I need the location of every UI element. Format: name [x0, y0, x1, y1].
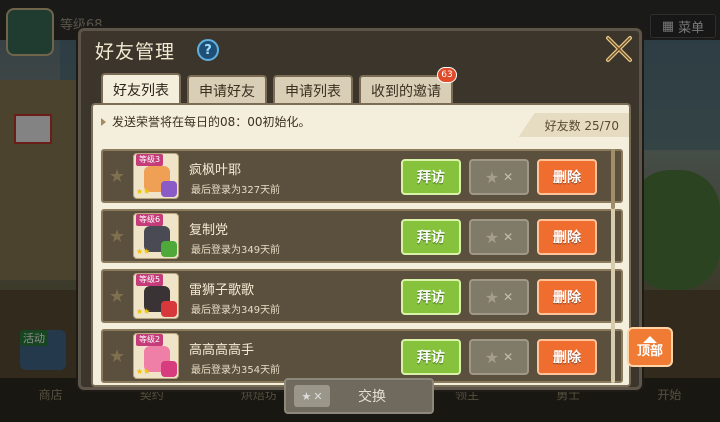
friend-list[interactable]: ★ 等级3 ★★ 疯枫叶耶 最后登录为327天前 拜访 ★ ✕ 删除 ★ 等级6 …: [101, 149, 623, 383]
arrow-icon: [101, 117, 106, 126]
send-honor-button[interactable]: ★ ✕: [469, 159, 529, 195]
friend-avatar[interactable]: 等级3 ★★: [133, 153, 179, 199]
gift-mark: ✕: [503, 230, 514, 244]
tab-received-invites[interactable]: 收到的邀请 63: [359, 67, 457, 105]
honor-star-icon: ★ ✕: [294, 385, 330, 407]
close-icon[interactable]: [603, 33, 635, 65]
visit-button[interactable]: 拜访: [401, 339, 461, 375]
friend-management-dialog: 好友管理 ? 好友列表 申请好友 申请列表 收到的邀请 63 发送荣誉将在每日的…: [78, 28, 642, 390]
rank-stars-icon: ★★: [136, 367, 151, 376]
friend-row: ★ 等级6 ★★ 复制党 最后登录为349天前 拜访 ★ ✕ 删除: [101, 209, 623, 263]
gift-mark: ✕: [503, 290, 514, 304]
send-honor-button[interactable]: ★ ✕: [469, 339, 529, 375]
exchange-mark: ✕: [313, 389, 323, 403]
honor-star-icon: ★: [484, 287, 500, 307]
friend-row: ★ 等级5 ★★ 雷狮子歌歌 最后登录为349天前 拜访 ★ ✕ 删除: [101, 269, 623, 323]
visit-button[interactable]: 拜访: [401, 279, 461, 315]
friend-level: 等级3: [136, 154, 164, 166]
rank-stars-icon: ★★: [136, 247, 151, 256]
friend-count: 好友数 25/70: [518, 113, 629, 137]
star-icon: ★: [109, 226, 126, 247]
friend-name: 高高高高手: [189, 343, 255, 358]
visit-button[interactable]: 拜访: [401, 219, 461, 255]
delete-button[interactable]: 删除: [537, 279, 597, 315]
send-honor-button[interactable]: ★ ✕: [469, 219, 529, 255]
friend-level: 等级6: [136, 214, 164, 226]
delete-button[interactable]: 删除: [537, 159, 597, 195]
honor-star-icon: ★: [484, 347, 500, 367]
exchange-label: 交换: [358, 389, 386, 405]
class-icon: [161, 181, 177, 197]
star-icon: ★: [109, 346, 126, 367]
gift-mark: ✕: [503, 170, 514, 184]
scroll-top-button[interactable]: 顶部: [627, 327, 673, 367]
class-icon: [161, 301, 177, 317]
friend-level: 等级2: [136, 334, 164, 346]
rank-stars-icon: ★★: [136, 307, 151, 316]
exchange-button[interactable]: ★ ✕ 交换: [284, 378, 434, 414]
last-login: 最后登录为349天前: [191, 305, 281, 316]
visit-button[interactable]: 拜访: [401, 159, 461, 195]
tab-request-friend[interactable]: 申请好友: [187, 75, 267, 105]
notice: 发送荣誉将在每日的08：00初始化。: [101, 113, 311, 130]
tab-bar: 好友列表 申请好友 申请列表 收到的邀请 63: [101, 67, 457, 105]
help-icon[interactable]: ?: [197, 39, 219, 61]
scroll-thumb[interactable]: [611, 149, 615, 209]
honor-star-icon: ★: [484, 227, 500, 247]
honor-star-icon: ★: [484, 167, 500, 187]
tab-label: 好友列表: [113, 83, 169, 99]
notice-text: 发送荣誉将在每日的08：00初始化。: [112, 115, 311, 129]
friend-row: ★ 等级2 ★★ 高高高高手 最后登录为354天前 拜访 ★ ✕ 删除: [101, 329, 623, 383]
friend-name: 雷狮子歌歌: [189, 283, 255, 298]
friend-name: 复制党: [189, 223, 229, 238]
arrow-up-icon: [643, 335, 657, 343]
gift-mark: ✕: [503, 350, 514, 364]
tab-label: 申请列表: [285, 84, 341, 100]
friend-avatar[interactable]: 等级6 ★★: [133, 213, 179, 259]
last-login: 最后登录为327天前: [191, 185, 281, 196]
friend-name: 疯枫叶耶: [189, 163, 242, 178]
rank-stars-icon: ★★: [136, 187, 151, 196]
send-honor-button[interactable]: ★ ✕: [469, 279, 529, 315]
class-icon: [161, 361, 177, 377]
tab-label: 收到的邀请: [371, 84, 441, 100]
last-login: 最后登录为349天前: [191, 245, 281, 256]
last-login: 最后登录为354天前: [191, 365, 281, 376]
scrollbar[interactable]: [611, 149, 615, 383]
delete-button[interactable]: 删除: [537, 219, 597, 255]
star-icon: ★: [109, 166, 126, 187]
tab-friend-list[interactable]: 好友列表: [101, 73, 181, 105]
friend-row: ★ 等级3 ★★ 疯枫叶耶 最后登录为327天前 拜访 ★ ✕ 删除: [101, 149, 623, 203]
friend-avatar[interactable]: 等级5 ★★: [133, 273, 179, 319]
tab-label: 申请好友: [199, 84, 255, 100]
tab-request-list[interactable]: 申请列表: [273, 75, 353, 105]
class-icon: [161, 241, 177, 257]
star-icon: ★: [109, 286, 126, 307]
delete-button[interactable]: 删除: [537, 339, 597, 375]
dialog-title: 好友管理: [95, 41, 176, 63]
top-label: 顶部: [636, 343, 663, 359]
friend-level: 等级5: [136, 274, 164, 286]
notification-badge: 63: [437, 67, 457, 83]
friend-list-panel: 发送荣誉将在每日的08：00初始化。 好友数 25/70 ★ 等级3 ★★ 疯枫…: [91, 103, 631, 387]
friend-avatar[interactable]: 等级2 ★★: [133, 333, 179, 379]
